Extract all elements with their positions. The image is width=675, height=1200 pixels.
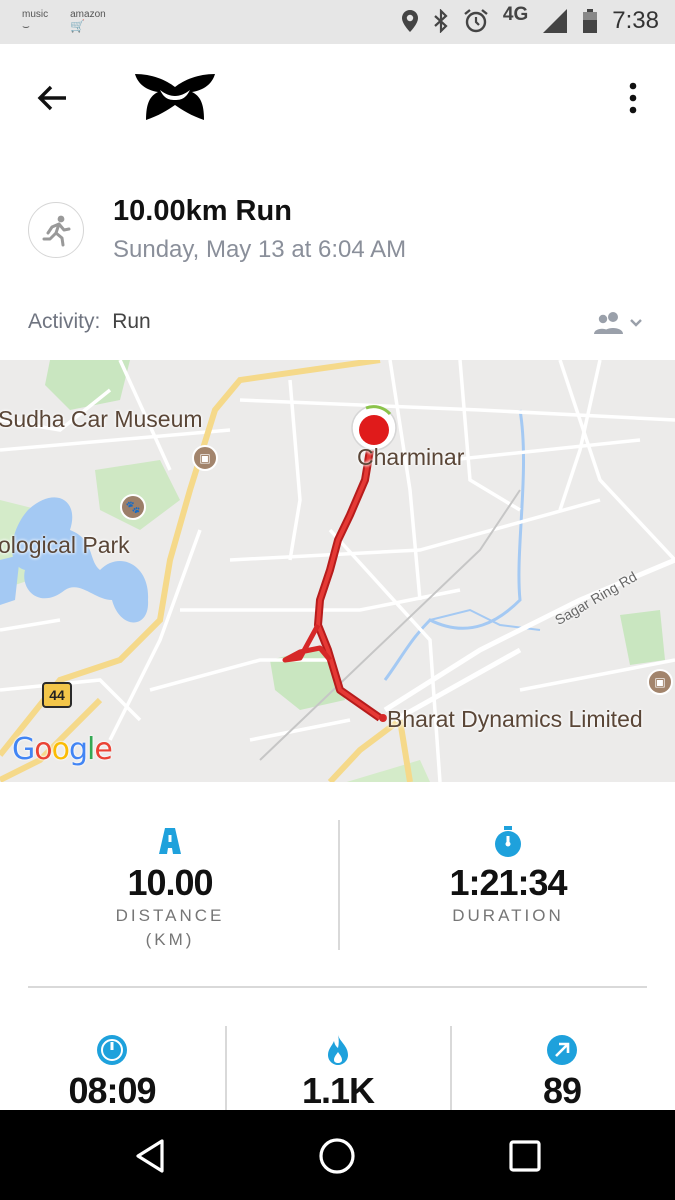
- friends-icon: [594, 312, 623, 334]
- nav-back-icon: [136, 1139, 164, 1173]
- google-attribution: Google: [12, 732, 113, 767]
- highway-shield: 44: [42, 682, 72, 708]
- map-label-bharat: Bharat Dynamics Limited: [387, 706, 643, 732]
- run-activity-icon: [28, 202, 84, 258]
- system-nav-bar: [0, 1110, 675, 1200]
- nav-recents-icon: [509, 1140, 541, 1172]
- back-button[interactable]: [30, 78, 74, 118]
- elevation-value: 89: [542, 1070, 582, 1111]
- alarm-icon: [464, 9, 488, 33]
- under-armour-logo: [132, 72, 218, 127]
- road-icon: [60, 826, 280, 862]
- pace-value: 08:09: [68, 1070, 156, 1111]
- distance-value: 10.00: [127, 862, 213, 903]
- network-type: 4G: [502, 4, 529, 25]
- museum-poi-icon[interactable]: ▣: [192, 445, 218, 471]
- duration-stat: 1:21:34 DURATION: [398, 826, 618, 928]
- arrow-left-icon: [37, 85, 66, 111]
- pace-stat: 08:09: [2, 1034, 222, 1112]
- activity-row: Activity: Run: [28, 310, 151, 334]
- stats-row-divider: [28, 986, 647, 988]
- duration-label: DURATION: [452, 906, 564, 925]
- system-indicators: 4G 7:38: [401, 4, 659, 35]
- elevation-stat: 89: [452, 1034, 672, 1112]
- runner-icon: [42, 215, 71, 247]
- flame-icon: [228, 1034, 448, 1070]
- distance-unit: (KM): [145, 930, 195, 949]
- zoo-poi-icon[interactable]: 🐾: [120, 494, 146, 520]
- activity-value: Run: [112, 310, 151, 333]
- map-label-park: ological Park: [0, 532, 130, 558]
- speedometer-icon: [2, 1034, 222, 1070]
- battery-icon: [583, 9, 598, 33]
- calories-stat: 1.1K: [228, 1034, 448, 1112]
- clock: 7:38: [612, 7, 659, 34]
- workout-date: Sunday, May 13 at 6:04 AM: [113, 236, 407, 263]
- nav-home-icon: [319, 1138, 355, 1174]
- stopwatch-icon: [398, 826, 618, 862]
- map-label-museum: Sudha Car Museum: [0, 406, 203, 432]
- map-label-charminar: Charminar: [357, 444, 465, 470]
- status-bar: music ⌣ amazon 🛒 4G 7:38: [0, 0, 675, 44]
- distance-label: DISTANCE: [115, 906, 225, 925]
- calories-value: 1.1K: [301, 1070, 375, 1111]
- chevron-down-icon: [630, 319, 642, 327]
- nav-back-button[interactable]: [128, 1134, 172, 1178]
- app-bar: [0, 44, 675, 152]
- duration-value: 1:21:34: [449, 862, 567, 903]
- music-notification-icon: music ⌣: [22, 9, 49, 33]
- nav-recents-button[interactable]: [503, 1134, 547, 1178]
- signal-icon: [543, 9, 568, 33]
- museum-poi-icon-2[interactable]: ▣: [647, 669, 673, 695]
- notification-icons: music ⌣ amazon 🛒: [22, 9, 106, 33]
- arrow-up-right-icon: [452, 1034, 672, 1070]
- route-map[interactable]: Sudha Car Museum ▣ 🐾 ological Park Charm…: [0, 360, 675, 782]
- amazon-notification-icon: amazon 🛒: [70, 9, 106, 33]
- location-icon: [401, 10, 418, 32]
- activity-label: Activity:: [28, 310, 101, 333]
- stat-divider: [338, 820, 340, 950]
- privacy-selector[interactable]: [593, 306, 645, 340]
- nav-home-button[interactable]: [315, 1134, 359, 1178]
- bluetooth-icon: [434, 9, 448, 33]
- stat-divider-2: [225, 1026, 227, 1110]
- distance-stat: 10.00 DISTANCE (KM): [60, 826, 280, 952]
- overflow-menu-button[interactable]: [618, 78, 648, 118]
- workout-title: 10.00km Run: [113, 195, 292, 227]
- more-vert-icon: [629, 82, 637, 114]
